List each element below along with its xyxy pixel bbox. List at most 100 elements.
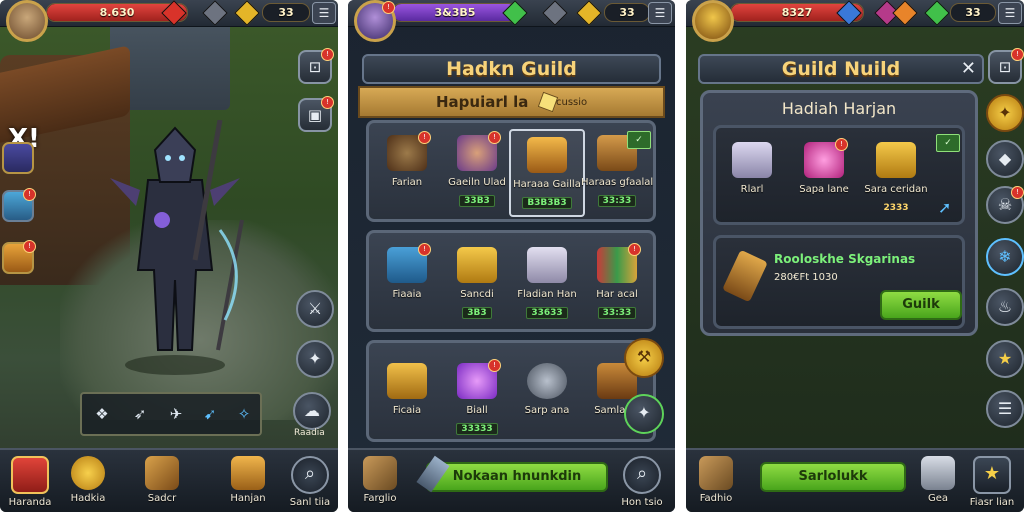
emerald-reward-icon[interactable]: ◆ <box>986 140 1024 178</box>
reward-title: Rooloskhe Skgarinas <box>774 252 916 266</box>
dark-knight-character[interactable] <box>100 120 250 380</box>
map-icon[interactable]: ⊡! <box>298 48 334 84</box>
crystal-icon[interactable]: ❄ <box>986 238 1024 276</box>
nav-item-fadhio[interactable]: Fadhio <box>686 454 746 510</box>
armor-icon: ! <box>387 131 431 171</box>
pink-gem-icon: ! <box>804 138 848 178</box>
boxes-icon <box>145 456 179 490</box>
player-avatar[interactable] <box>6 0 48 42</box>
player-avatar[interactable]: ! <box>354 0 396 42</box>
shop-item[interactable]: Sarp ana <box>511 363 583 416</box>
skill-slot-1-icon[interactable]: ❖ <box>90 402 114 426</box>
attack-icon[interactable]: ⚔ <box>296 290 334 328</box>
nav-item-search[interactable]: ⌕ Hon tsio <box>612 454 672 510</box>
page-title: Guild Nuild <box>781 58 901 80</box>
shop-item[interactable]: ! Fiaaia <box>371 243 443 300</box>
gold-quest-icon[interactable]: ✦ <box>986 94 1024 132</box>
top-bar: 3&3B5 33 ☰ <box>348 0 675 27</box>
nav-item-haranda[interactable]: Haranda <box>0 454 60 510</box>
guild-reward-screen: 8327 33 ☰ Guild Nuild ✕ Hadiah Harjan Rl… <box>686 0 1024 512</box>
menu-icon[interactable]: ☰ <box>998 2 1022 24</box>
shop-item[interactable]: ! Gaeiln Ulad 33B3 <box>441 131 513 207</box>
skill-bar: ❖ ➶ ✈ ➹ ✧ <box>80 392 262 436</box>
scroll-list-icon[interactable]: ☰ <box>986 390 1024 428</box>
world-screen: X! 8.630 33 ☰ ! ! ⊡! ▣! ⚔ ✦ ☁ Raadia ❖ ➶… <box>0 0 338 512</box>
main-action-button[interactable]: Sarlolukk <box>760 462 906 492</box>
bottom-nav: Fadhio Sarlolukk Gea ★ Fiasr lian <box>686 448 1024 512</box>
star-icon[interactable]: ★ <box>986 340 1024 378</box>
reward-item[interactable]: Sara ceridan 2333 <box>860 142 932 214</box>
potion-icon[interactable]: ♨ <box>986 288 1024 326</box>
nav-item-fiasr-lian[interactable]: ★ Fiasr lian <box>962 454 1022 510</box>
books-icon: ! <box>597 243 641 283</box>
skill-slot-5-icon[interactable]: ✧ <box>232 402 256 426</box>
crate-icon <box>363 456 397 490</box>
close-icon[interactable]: ✕ <box>961 56 976 82</box>
treasure-icon <box>527 137 567 173</box>
gold-shield-icon <box>234 0 260 26</box>
shop-item[interactable]: ! Farian <box>371 131 443 188</box>
skill-slot-3-icon[interactable]: ✈ <box>164 402 188 426</box>
cabinet-icon <box>921 456 955 490</box>
player-avatar[interactable] <box>692 0 734 42</box>
mana-value: 3&3B5 <box>434 6 476 19</box>
menu-icon[interactable]: ☰ <box>648 2 672 24</box>
gold-bars-icon <box>457 247 497 283</box>
shop-row-2: ! Fiaaia Sancdi 3B3 Fladian Han 33633 ! … <box>366 230 656 332</box>
shop-item-selected[interactable]: Haraaa Gailla B3B3B3 <box>509 129 585 217</box>
mana-bar: 3&3B5 <box>392 3 518 22</box>
skull-icon[interactable]: ☠! <box>986 186 1024 224</box>
inventory-icon[interactable]: ▣! <box>298 96 334 132</box>
gold-shield-icon <box>576 0 602 26</box>
reward-item[interactable]: ! Sapa lane <box>788 138 860 195</box>
nav-item-farglio[interactable]: Farglio <box>350 454 410 510</box>
claim-button[interactable]: Guilk <box>880 290 962 320</box>
guild-banner: Hapuiarl la cussio <box>358 86 665 118</box>
page-title: Hadkn Guild <box>446 58 577 80</box>
reward-value: 280€Ft 1030 <box>774 272 838 283</box>
gold-quest-icon[interactable]: ⚒ <box>624 338 664 378</box>
skill-slot-2-icon[interactable]: ➶ <box>128 402 152 426</box>
special-icon[interactable]: ☁ <box>293 392 331 430</box>
mace-icon <box>527 363 567 399</box>
bottom-nav: Farglio Nokaan hnunkdin ⌕ Hon tsio <box>348 448 675 512</box>
secondary-bar: 33 <box>604 3 650 22</box>
scroll-icon <box>722 249 768 303</box>
emerald-icon <box>924 0 950 26</box>
check-icon: ✓ <box>936 134 960 152</box>
shop-item[interactable]: ! Biall 33333 <box>441 359 513 435</box>
guild-title-bar: Guild Nuild ✕ <box>698 54 984 84</box>
shop-item[interactable]: ! Har acal 33:33 <box>581 243 653 319</box>
main-action-button[interactable]: Nokaan hnunkdin <box>426 462 608 492</box>
nav-item-hanjan[interactable]: Hanjan <box>218 454 278 510</box>
reward-chest-icon[interactable]: ! <box>2 240 36 274</box>
hero-portrait-icon[interactable] <box>2 142 34 174</box>
nav-item-search[interactable]: ⌕ Sanl tiia <box>280 454 338 510</box>
gold-bars-icon <box>876 142 916 178</box>
secondary-value: 33 <box>965 6 981 19</box>
skill-slot-4-icon[interactable]: ➹ <box>198 402 222 426</box>
nav-item-gea[interactable]: Gea <box>908 454 968 510</box>
shop-item[interactable]: Fladian Han 33633 <box>511 247 583 319</box>
secondary-bar: 33 <box>262 3 310 22</box>
shop-item[interactable]: Ficaia <box>371 363 443 416</box>
guild-shop-screen: 3&3B5 33 ☰ ! Hadkn Guild Hapuiarl la cus… <box>348 0 675 512</box>
top-bar: 8.630 33 ☰ <box>0 0 338 27</box>
crate-icon <box>699 456 733 490</box>
menu-icon[interactable]: ☰ <box>312 2 336 24</box>
check-icon: ✓ <box>627 131 651 149</box>
nav-item-hadkia[interactable]: Hadkia <box>58 454 118 510</box>
silver-emblem-icon <box>542 0 568 26</box>
map-icon[interactable]: ⊡! <box>988 48 1024 84</box>
shop-item[interactable]: Sancdi 3B3 <box>441 247 513 319</box>
gold-coin-icon <box>71 456 105 490</box>
search-icon: ⌕ <box>623 456 661 494</box>
crystal-icon[interactable]: ! <box>2 188 36 222</box>
purple-gem-icon: ! <box>457 359 501 399</box>
amber-icon <box>892 0 918 26</box>
silver-chest-icon <box>527 247 567 283</box>
reward-item[interactable]: Rlarl <box>716 142 788 195</box>
nav-item-sadcr[interactable]: Sadcr <box>132 454 192 510</box>
skill-icon[interactable]: ✦ <box>624 394 664 434</box>
skill-icon[interactable]: ✦ <box>296 340 334 378</box>
